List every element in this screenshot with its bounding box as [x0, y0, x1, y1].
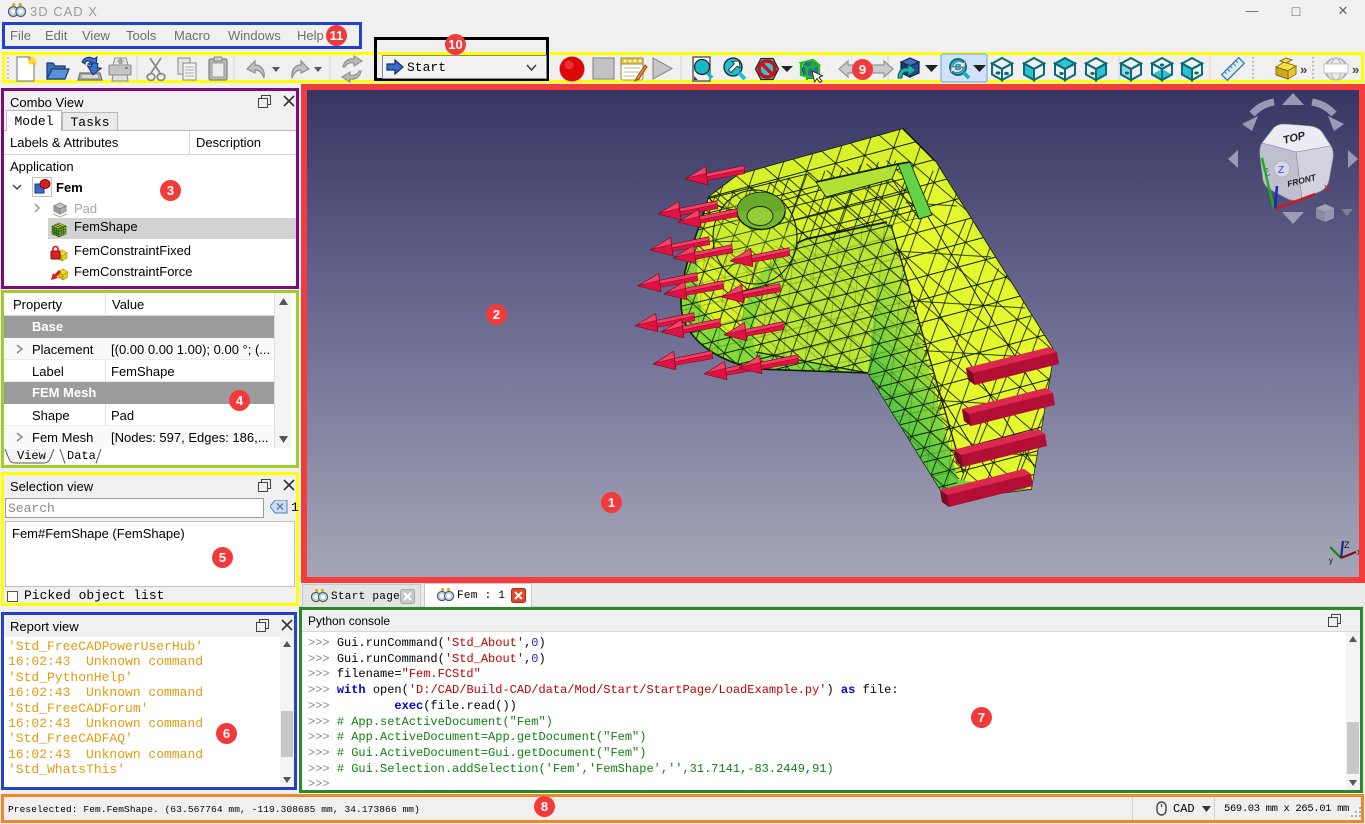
- svg-text:»: »: [1300, 62, 1307, 77]
- svg-text:Z: Z: [1344, 540, 1350, 550]
- svg-text:x: x: [1324, 182, 1330, 194]
- svg-text:Z: Z: [1278, 165, 1284, 176]
- svg-text:»: »: [1352, 62, 1359, 77]
- svg-text:x: x: [1357, 547, 1359, 557]
- svg-text:y: y: [1329, 556, 1333, 565]
